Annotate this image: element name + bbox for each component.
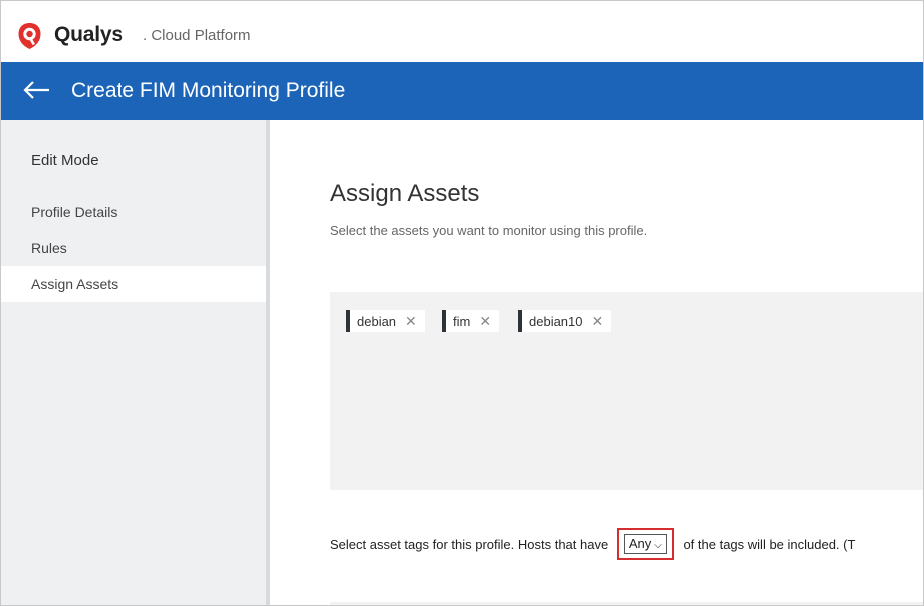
section-subtitle: Select the assets you want to monitor us…: [330, 223, 648, 238]
tag-label: debian: [357, 314, 397, 329]
instruction-text-after: of the tags will be included. (T: [683, 536, 856, 552]
sidebar-item-profile-details[interactable]: Profile Details: [1, 194, 266, 230]
highlight-box: Any ⌵: [616, 528, 674, 560]
next-section-strip: [330, 602, 923, 605]
instruction-text-before: Select asset tags for this profile. Host…: [330, 536, 609, 552]
top-bar: Qualys . Cloud Platform: [1, 1, 923, 62]
tag-chip-debian10: debian10 ✕: [518, 310, 612, 332]
page-header-title: Create FIM Monitoring Profile: [71, 79, 346, 102]
tag-label: fim: [453, 314, 471, 329]
main-content: Assign Assets Select the assets you want…: [270, 120, 923, 605]
sidebar-heading: Edit Mode: [31, 152, 99, 169]
close-icon[interactable]: ✕: [405, 313, 417, 329]
sidebar-item-label: Rules: [31, 240, 67, 256]
tag-selector[interactable]: debian ✕ fim ✕ debian10 ✕: [330, 292, 923, 490]
section-title: Assign Assets: [330, 180, 480, 207]
tag-chip-debian: debian ✕: [346, 310, 425, 332]
match-mode-value: Any: [628, 536, 652, 551]
tag-chip-fim: fim ✕: [442, 310, 500, 332]
app-window: Qualys . Cloud Platform Create FIM Monit…: [0, 0, 924, 606]
brand-name: Qualys: [54, 23, 123, 46]
match-mode-select[interactable]: Any ⌵: [623, 534, 667, 554]
sidebar-item-label: Profile Details: [31, 204, 118, 220]
chevron-down-icon: ⌵: [654, 540, 662, 551]
sidebar-item-assign-assets[interactable]: Assign Assets: [1, 266, 266, 302]
sidebar: Edit Mode Profile Details Rules Assign A…: [1, 120, 270, 605]
close-icon[interactable]: ✕: [592, 313, 604, 329]
arrow-left-icon[interactable]: [23, 79, 51, 101]
brand-product: . Cloud Platform: [143, 27, 251, 44]
page-header: Create FIM Monitoring Profile: [1, 62, 923, 120]
qualys-logo-icon: [18, 23, 41, 49]
tag-label: debian10: [529, 314, 583, 329]
sidebar-item-rules[interactable]: Rules: [1, 230, 266, 266]
sidebar-item-label: Assign Assets: [31, 276, 119, 292]
tag-match-instruction: Select asset tags for this profile. Host…: [330, 528, 855, 560]
close-icon[interactable]: ✕: [479, 313, 491, 329]
